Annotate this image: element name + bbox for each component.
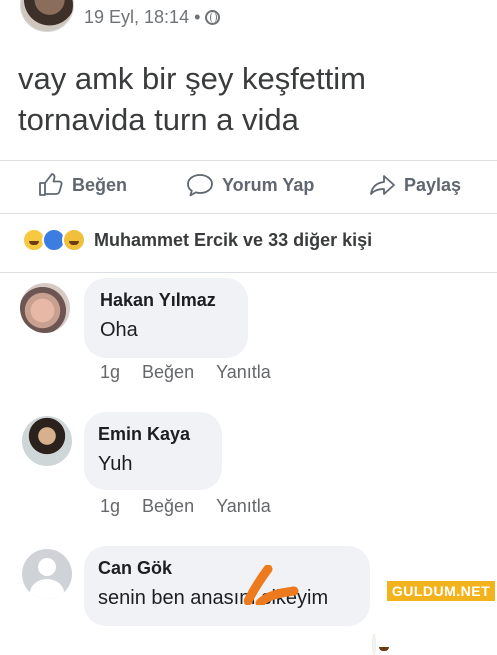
share-icon <box>370 175 395 195</box>
post-body: vay amk bir şey keşfettim tornavida turn… <box>18 58 478 140</box>
comment-label: Yorum Yap <box>222 174 315 195</box>
site-watermark: GULDUM.NET <box>385 579 497 603</box>
like-label: Beğen <box>72 174 128 195</box>
comment-icon <box>187 174 213 197</box>
comment-time[interactable]: 1g <box>100 496 120 517</box>
comment-text: Yuh <box>98 453 133 475</box>
reactions-text: Muhammet Ercik ve 33 diğer kişi <box>94 229 373 250</box>
post-meta: 19 Eyl, 18:14 • <box>84 7 221 28</box>
post-timestamp[interactable]: 19 Eyl, 18:14 <box>84 7 189 28</box>
censor-stroke-icon <box>244 565 299 605</box>
meta-separator: • <box>194 7 201 27</box>
globe-icon <box>205 10 221 25</box>
commenter-avatar[interactable] <box>22 549 72 599</box>
comment-actions: 1g Beğen Yanıtla <box>100 362 271 383</box>
comment-bubble: Can Gök senin ben anasını sikeyim <box>84 546 370 626</box>
post-text-line: tornavida turn a vida <box>18 102 299 137</box>
thumbs-up-icon <box>39 173 63 196</box>
sad-reaction-icon <box>62 228 86 252</box>
author-avatar[interactable] <box>20 0 74 32</box>
post-action-bar: Beğen Yorum Yap Paylaş <box>0 160 497 214</box>
comment-button[interactable]: Yorum Yap <box>186 173 314 197</box>
comment-actions: 1g Beğen Yanıtla <box>100 496 271 517</box>
share-button[interactable]: Paylaş <box>368 173 461 197</box>
comment-reply-link[interactable]: Yanıtla <box>216 496 271 517</box>
haha-reaction-icon <box>372 634 376 655</box>
comment-bubble: Emin Kaya Yuh <box>84 412 222 490</box>
comment-bubble: Hakan Yılmaz Oha <box>84 278 248 358</box>
comment-reply-link[interactable]: Yanıtla <box>216 362 271 383</box>
comment-like-link[interactable]: Beğen <box>142 496 194 517</box>
comment-time[interactable]: 1g <box>100 362 120 383</box>
commenter-avatar[interactable] <box>22 416 72 466</box>
commenter-avatar[interactable] <box>20 283 70 333</box>
share-label: Paylaş <box>404 174 462 195</box>
comment-like-link[interactable]: Beğen <box>142 362 194 383</box>
reactions-summary[interactable]: Muhammet Ercik ve 33 diğer kişi <box>22 228 372 252</box>
commenter-name[interactable]: Emin Kaya <box>98 424 222 445</box>
post-text-line: vay amk bir şey keşfettim <box>18 61 366 96</box>
comment-text: Oha <box>100 319 138 341</box>
divider <box>0 272 497 273</box>
like-button[interactable]: Beğen <box>38 173 127 197</box>
commenter-name[interactable]: Can Gök <box>98 558 370 579</box>
commenter-name[interactable]: Hakan Yılmaz <box>100 290 248 311</box>
comment-text: senin ben anasını sikeyim <box>98 587 329 609</box>
